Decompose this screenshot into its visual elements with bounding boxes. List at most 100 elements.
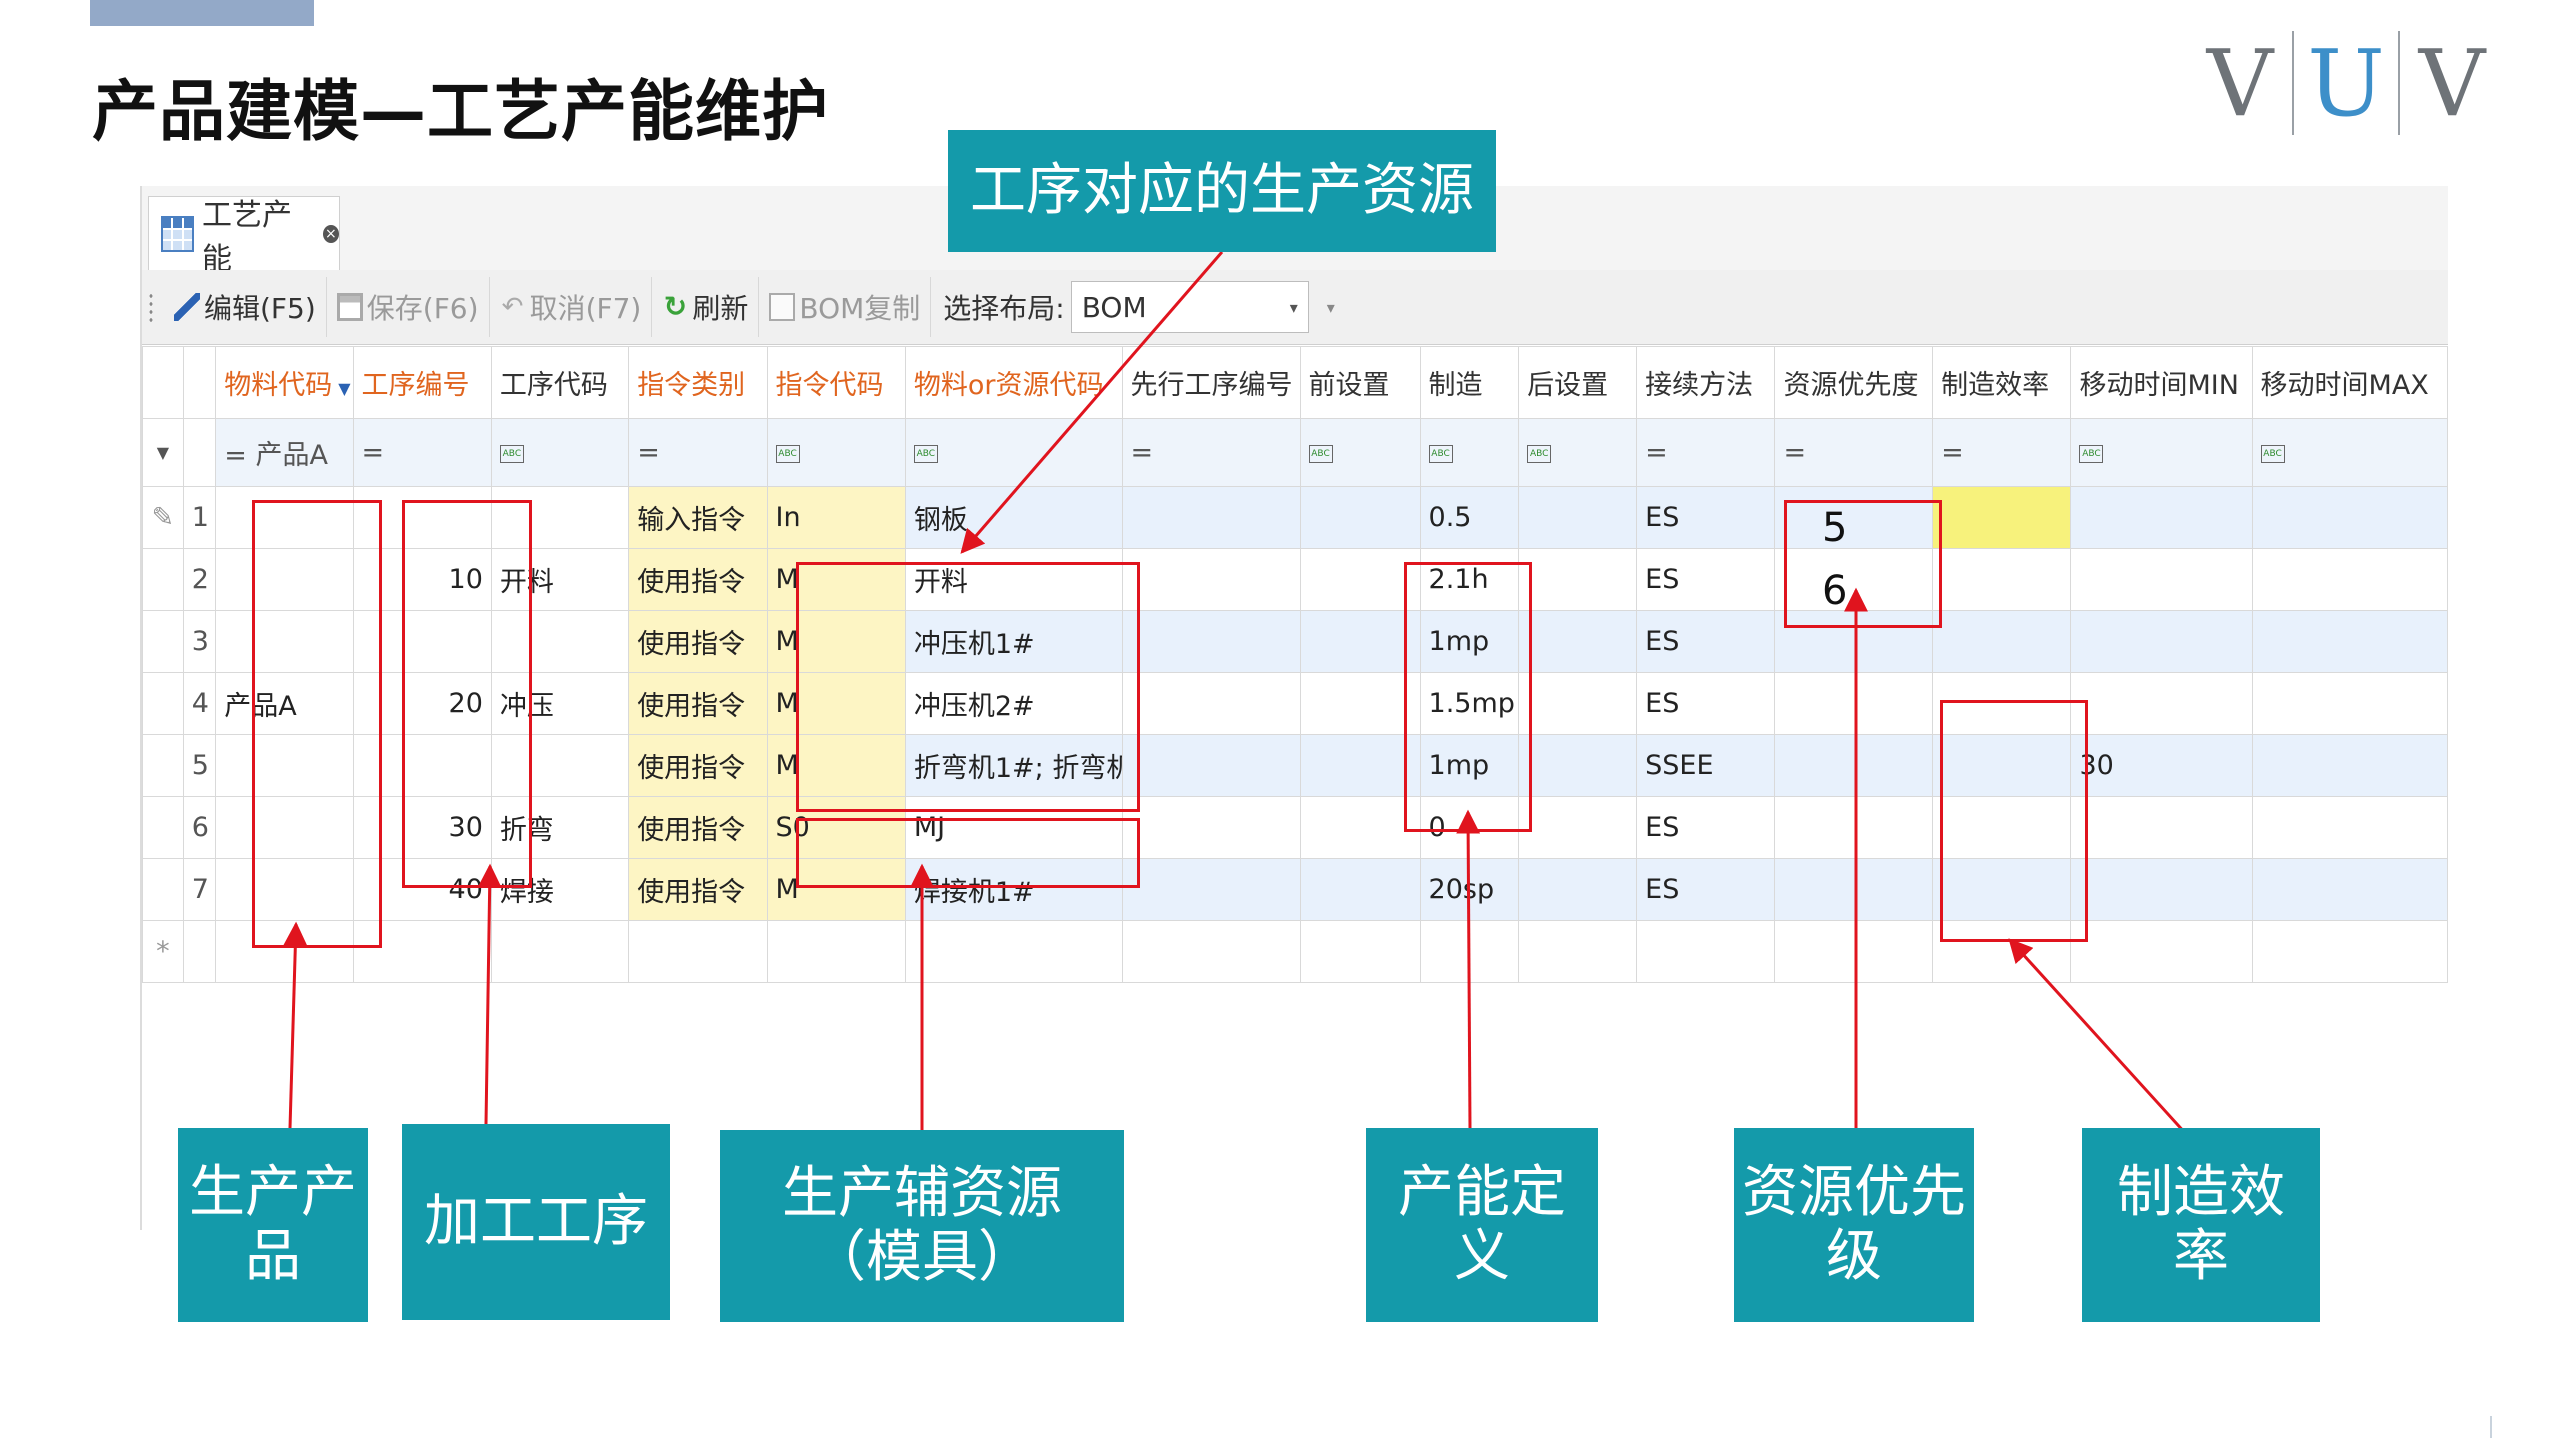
grid-cell[interactable] <box>1419 920 1520 983</box>
grid-cell[interactable] <box>1774 858 1934 921</box>
column-header[interactable]: 资源优先度 <box>1774 346 1934 419</box>
grid-cell[interactable] <box>1299 796 1421 859</box>
grid-cell[interactable] <box>1518 486 1638 549</box>
grid-cell[interactable] <box>1299 610 1421 673</box>
grid-cell[interactable] <box>2251 734 2449 797</box>
grid-cell[interactable]: ES <box>1636 486 1776 549</box>
filter-cell[interactable]: = <box>352 418 492 487</box>
column-header[interactable]: 指令类别 <box>628 346 768 419</box>
grid-cell[interactable] <box>1518 796 1638 859</box>
filter-icon[interactable]: ▼ <box>338 379 350 398</box>
grid-cell[interactable] <box>1121 548 1301 611</box>
column-header[interactable]: 先行工序编号 <box>1121 346 1301 419</box>
filter-cell[interactable]: ABC <box>766 418 906 487</box>
new-row[interactable]: * <box>142 920 2449 983</box>
grid-cell[interactable] <box>1299 734 1421 797</box>
column-header[interactable]: 物料or资源代码 <box>904 346 1123 419</box>
filter-cell[interactable]: = <box>628 418 768 487</box>
column-header[interactable]: 物料代码 ▼ <box>215 346 354 419</box>
tab-process-capacity[interactable]: 工艺产能 × <box>148 196 340 277</box>
toolbar-grip-icon[interactable] <box>148 292 154 322</box>
grid-cell[interactable] <box>1299 548 1421 611</box>
column-header[interactable]: 工序编号 <box>352 346 492 419</box>
grid-cell[interactable] <box>2251 796 2449 859</box>
save-button[interactable]: 保存(F6) <box>327 277 490 337</box>
grid-cell[interactable]: In <box>766 486 906 549</box>
grid-cell[interactable] <box>2070 610 2253 673</box>
column-header[interactable]: 接续方法 <box>1636 346 1776 419</box>
grid-cell[interactable] <box>1299 920 1421 983</box>
grid-cell[interactable]: ES <box>1636 796 1776 859</box>
grid-cell[interactable] <box>2070 486 2253 549</box>
toolbar-overflow-icon[interactable]: ▾ <box>1327 298 1335 317</box>
grid-cell[interactable] <box>1121 796 1301 859</box>
grid-cell[interactable] <box>1518 672 1638 735</box>
filter-cell[interactable]: = <box>1932 418 2072 487</box>
grid-cell[interactable] <box>1932 610 2072 673</box>
column-header[interactable]: 移动时间MAX <box>2251 346 2449 419</box>
grid-cell[interactable]: 使用指令 <box>628 858 768 921</box>
grid-cell[interactable] <box>2070 920 2253 983</box>
grid-cell[interactable] <box>2251 548 2449 611</box>
grid-cell[interactable]: ES <box>1636 672 1776 735</box>
grid-cell[interactable]: 使用指令 <box>628 796 768 859</box>
grid-cell[interactable] <box>1518 734 1638 797</box>
grid-cell[interactable] <box>766 920 906 983</box>
grid-cell[interactable] <box>1121 486 1301 549</box>
grid-cell[interactable] <box>1299 486 1421 549</box>
grid-cell[interactable] <box>1121 672 1301 735</box>
grid-cell[interactable] <box>1774 920 1934 983</box>
filter-cell[interactable]: = <box>1636 418 1776 487</box>
column-header[interactable]: 后设置 <box>1518 346 1638 419</box>
column-header[interactable]: 指令代码 <box>766 346 906 419</box>
grid-cell[interactable] <box>1121 734 1301 797</box>
grid-cell[interactable] <box>2070 548 2253 611</box>
grid-cell[interactable] <box>1121 610 1301 673</box>
grid-cell[interactable] <box>1121 858 1301 921</box>
grid-cell[interactable] <box>490 920 630 983</box>
grid-cell[interactable] <box>1774 672 1934 735</box>
layout-select[interactable]: BOM ▾ <box>1070 281 1309 333</box>
grid-cell[interactable]: ES <box>1636 858 1776 921</box>
filter-cell[interactable]: = 产品A <box>215 418 354 487</box>
grid-cell[interactable]: 使用指令 <box>628 610 768 673</box>
grid-cell[interactable]: SSEE <box>1636 734 1776 797</box>
grid-cell[interactable] <box>1518 920 1638 983</box>
filter-funnel-icon[interactable]: ▼ <box>142 418 184 487</box>
grid-cell[interactable] <box>2251 610 2449 673</box>
cancel-button[interactable]: ↶ 取消(F7) <box>490 277 653 337</box>
grid-cell[interactable] <box>2251 920 2449 983</box>
filter-cell[interactable]: ABC <box>2251 418 2449 487</box>
grid-cell[interactable]: 钢板 <box>904 486 1123 549</box>
filter-cell[interactable]: = <box>1121 418 1301 487</box>
grid-cell[interactable] <box>2070 672 2253 735</box>
grid-cell[interactable] <box>904 920 1123 983</box>
grid-cell[interactable] <box>628 920 768 983</box>
column-header[interactable]: 制造 <box>1419 346 1520 419</box>
filter-cell[interactable]: ABC <box>904 418 1123 487</box>
grid-cell[interactable] <box>1518 610 1638 673</box>
grid-cell[interactable]: ES <box>1636 548 1776 611</box>
grid-cell[interactable] <box>1518 858 1638 921</box>
grid-cell[interactable] <box>1774 734 1934 797</box>
grid-cell[interactable]: 30 <box>2070 734 2253 797</box>
grid-cell[interactable]: 输入指令 <box>628 486 768 549</box>
grid-cell[interactable] <box>2251 486 2449 549</box>
column-header[interactable]: 制造效率 <box>1932 346 2072 419</box>
grid-cell[interactable] <box>1932 486 2072 549</box>
column-header[interactable]: 前设置 <box>1299 346 1421 419</box>
filter-cell[interactable]: ABC <box>1419 418 1520 487</box>
bom-copy-button[interactable]: BOM复制 <box>759 277 932 337</box>
grid-cell[interactable]: ES <box>1636 610 1776 673</box>
grid-cell[interactable] <box>2070 796 2253 859</box>
filter-cell[interactable]: = <box>1774 418 1934 487</box>
filter-cell[interactable]: ABC <box>2070 418 2253 487</box>
column-header[interactable]: 工序代码 <box>490 346 630 419</box>
edit-button[interactable]: 编辑(F5) <box>164 277 327 337</box>
grid-cell[interactable] <box>1518 548 1638 611</box>
grid-cell[interactable] <box>1121 920 1301 983</box>
grid-cell[interactable] <box>1636 920 1776 983</box>
column-header[interactable]: 移动时间MIN <box>2070 346 2253 419</box>
grid-cell[interactable] <box>2251 672 2449 735</box>
grid-cell[interactable] <box>1932 548 2072 611</box>
